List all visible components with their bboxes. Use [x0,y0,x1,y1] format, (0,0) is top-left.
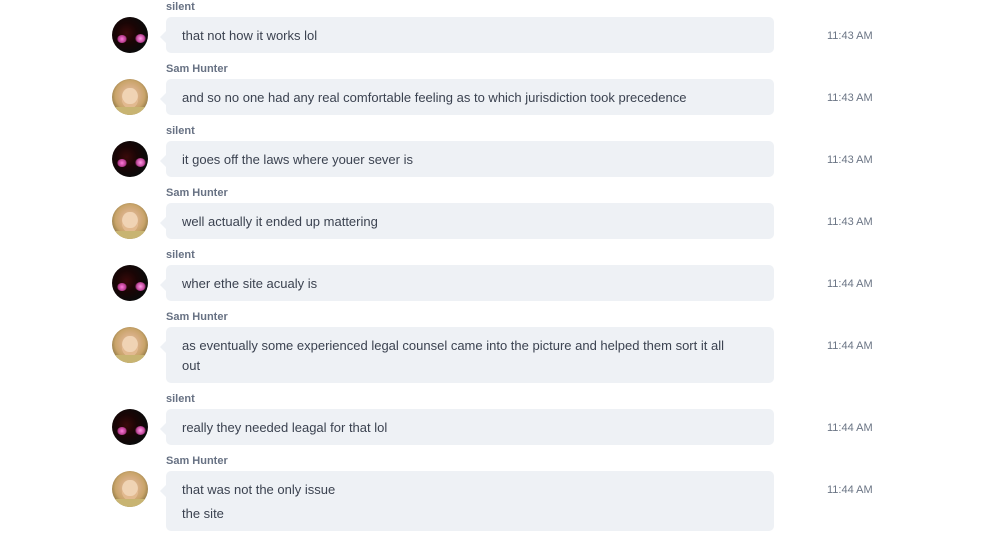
message-text: it goes off the laws where youer sever i… [182,152,413,167]
avatar[interactable] [112,17,148,53]
message-bubble: it goes off the laws where youer sever i… [160,141,774,177]
message-sender[interactable]: silent [166,393,195,406]
avatar[interactable] [112,265,148,301]
message-bubble: well actually it ended up mattering [160,203,774,239]
avatar[interactable] [112,141,148,177]
message-timestamp: 11:44 AM [827,278,873,290]
avatar[interactable] [112,327,148,363]
avatar[interactable] [112,203,148,239]
message-text: as eventually some experienced legal cou… [182,338,724,353]
message-timestamp: 11:44 AM [827,422,873,434]
message-sender[interactable]: Sam Hunter [166,455,228,468]
message-timestamp: 11:43 AM [827,216,873,228]
message-bubble: that not how it works lol [160,17,774,53]
message-timestamp: 11:43 AM [827,92,873,104]
message-sender[interactable]: Sam Hunter [166,187,228,200]
message-bubble: wher ethe site acualy is [160,265,774,301]
message-sender[interactable]: Sam Hunter [166,311,228,324]
message-timestamp: 11:43 AM [827,30,873,42]
message-text: that not how it works lol [182,28,318,43]
message-text: the site [182,506,224,521]
avatar[interactable] [112,471,148,507]
avatar[interactable] [112,409,148,445]
message-sender[interactable]: silent [166,125,195,138]
message-bubble: as eventually some experienced legal cou… [160,327,774,383]
avatar[interactable] [112,79,148,115]
message-sender[interactable]: silent [166,1,195,14]
message-bubble: really they needed leagal for that lol [160,409,774,445]
message-bubble: that was not the only issue the site [160,471,774,531]
message-text: that was not the only issue [182,482,336,497]
message-sender[interactable]: Sam Hunter [166,63,228,76]
message-bubble: and so no one had any real comfortable f… [160,79,774,115]
message-sender[interactable]: silent [166,249,195,262]
message-text: wher ethe site acualy is [182,276,318,291]
message-text: really they needed leagal for that lol [182,420,388,435]
chat-message-list: silent that not how it works lol 11:43 A… [0,0,985,535]
message-text: out [182,358,201,373]
message-timestamp: 11:44 AM [827,340,873,352]
message-timestamp: 11:44 AM [827,484,873,496]
message-text: and so no one had any real comfortable f… [182,90,687,105]
message-timestamp: 11:43 AM [827,154,873,166]
message-text: well actually it ended up mattering [182,214,378,229]
